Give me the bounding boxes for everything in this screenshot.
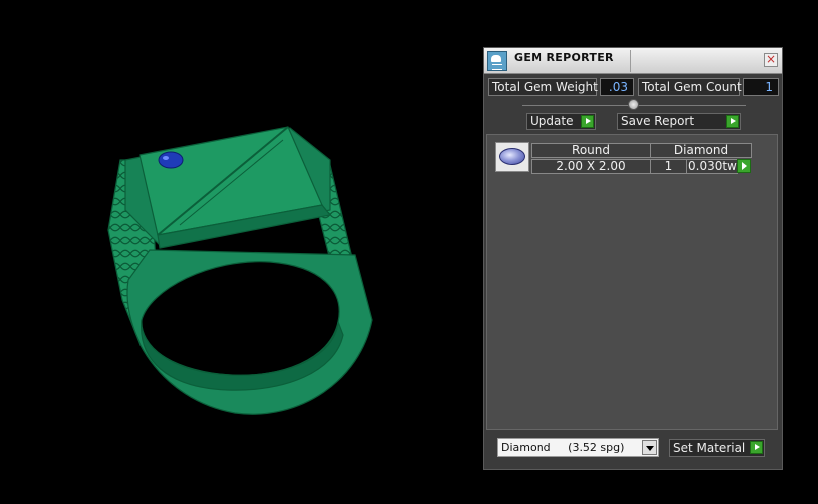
- gem-list: Round Diamond 2.00 X 2.00 1 0.030tw: [486, 134, 778, 430]
- total-gem-count-value: 1: [743, 78, 779, 96]
- gem-reporter-app-icon: [487, 51, 507, 71]
- save-report-button[interactable]: Save Report: [617, 113, 741, 130]
- material-select-value: Diamond (3.52 spg): [501, 441, 625, 454]
- panel-title: GEM REPORTER: [514, 51, 614, 64]
- play-arrow-icon[interactable]: [737, 159, 751, 173]
- update-button-label: Update: [530, 114, 574, 128]
- gem-size-cell: 2.00 X 2.00: [531, 159, 651, 174]
- gem-material-cell: Diamond: [650, 143, 752, 158]
- set-material-button-label: Set Material: [673, 441, 746, 455]
- play-arrow-icon: [750, 441, 763, 454]
- ring-model: [107, 126, 373, 415]
- total-gem-count-label: Total Gem Count: [638, 78, 742, 96]
- play-arrow-icon: [726, 115, 739, 128]
- play-arrow-icon: [581, 115, 594, 128]
- close-icon[interactable]: ×: [764, 53, 778, 67]
- gem-highlight: [163, 156, 169, 160]
- title-bar[interactable]: GEM REPORTER ×: [484, 48, 782, 74]
- gem-shape-cell: Round: [531, 143, 651, 158]
- gem-thumbnail: [495, 142, 529, 172]
- gem-reporter-panel: GEM REPORTER × Total Gem Weight .03 Tota…: [483, 47, 783, 470]
- gem-count-cell: 1: [650, 159, 687, 174]
- gem-model: [158, 151, 184, 169]
- save-report-button-label: Save Report: [621, 114, 695, 128]
- title-divider: [630, 50, 631, 72]
- round-gem-icon: [499, 148, 525, 165]
- chevron-down-icon[interactable]: [642, 440, 657, 455]
- gem-weight-cell: 0.030tw: [686, 159, 738, 174]
- total-gem-weight-value: .03: [600, 78, 634, 96]
- update-button[interactable]: Update: [526, 113, 596, 130]
- set-material-button[interactable]: Set Material: [669, 439, 765, 457]
- material-select[interactable]: Diamond (3.52 spg): [497, 438, 659, 457]
- total-gem-weight-label: Total Gem Weight: [488, 78, 598, 96]
- splitter-handle[interactable]: [628, 99, 639, 110]
